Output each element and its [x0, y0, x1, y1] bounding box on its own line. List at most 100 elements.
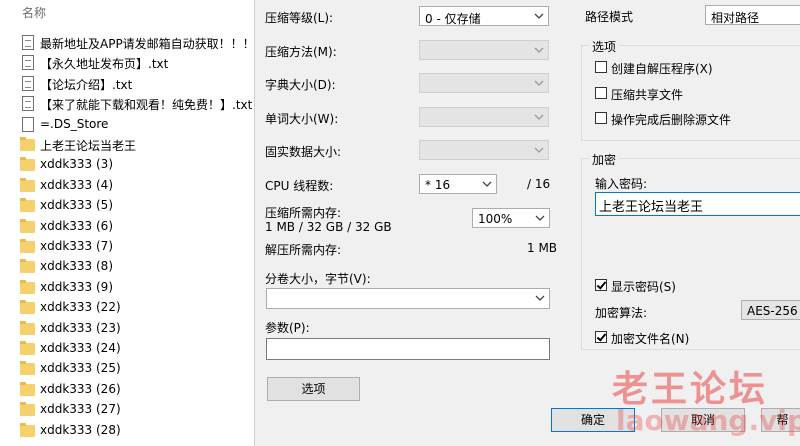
chevron-down-icon: [534, 112, 544, 122]
file-name: xddk333 (23): [40, 320, 121, 335]
path-mode-select[interactable]: 相对路径: [705, 5, 800, 25]
word-size-select[interactable]: [419, 107, 549, 127]
folder-icon: [20, 401, 35, 417]
file-name: 最新地址及APP请发邮箱自动获取！！！.txt: [40, 37, 254, 51]
solid-block-size-select[interactable]: [419, 140, 549, 160]
watermark-url: laowang.vip: [616, 404, 800, 437]
chevron-down-icon: [534, 78, 544, 88]
dictionary-size-label: 字典大小(D):: [265, 78, 336, 92]
chevron-down-icon: [534, 45, 544, 55]
folder-icon: [20, 422, 35, 438]
path-mode-label: 路径模式: [585, 10, 634, 24]
folder-item[interactable]: xddk333 (22): [20, 297, 254, 317]
chevron-down-icon: [534, 145, 544, 155]
folder-icon: [20, 258, 35, 274]
column-header-name[interactable]: 名称: [22, 4, 46, 21]
memory-decompress-value: 1 MB: [527, 241, 558, 255]
delete-after-option[interactable]: 操作完成后删除源文件: [595, 111, 795, 127]
encrypt-names-checkbox[interactable]: [595, 331, 607, 343]
encryption-method-label: 加密算法:: [595, 306, 648, 320]
options-button[interactable]: 选项: [267, 377, 360, 401]
folder-item[interactable]: xddk333 (7): [20, 236, 254, 256]
encrypt-names-option[interactable]: 加密文件名(N): [595, 330, 795, 346]
password-value: 上老王论坛当老王: [599, 200, 704, 215]
file-item[interactable]: 最新地址及APP请发邮箱自动获取！！！.txt: [20, 32, 254, 52]
cpu-threads-label: CPU 线程数:: [265, 179, 334, 193]
text-file-icon: [20, 75, 34, 91]
path-mode-value: 相对路径: [711, 11, 760, 25]
compression-level-select[interactable]: 0 - 仅存储: [419, 6, 549, 26]
file-name: 【论坛介绍】.txt: [40, 77, 133, 92]
cpu-threads-select[interactable]: * 16: [419, 174, 497, 194]
folder-item[interactable]: xddk333 (4): [20, 175, 254, 195]
folder-icon: [20, 320, 35, 336]
text-file-icon: [20, 54, 34, 71]
shared-files-option[interactable]: 压缩共享文件: [595, 86, 795, 102]
folder-item[interactable]: xddk333 (3): [20, 154, 254, 174]
folder-item[interactable]: 上老王论坛当老王: [20, 134, 254, 154]
solid-block-size-label: 固实数据大小:: [265, 145, 342, 159]
folder-icon: [20, 238, 35, 254]
file-item[interactable]: 【论坛介绍】.txt: [20, 73, 254, 93]
folder-item[interactable]: xddk333 (8): [20, 256, 254, 276]
folder-item[interactable]: xddk333 (25): [20, 358, 254, 378]
folder-icon: [20, 197, 35, 213]
folder-item[interactable]: xddk333 (9): [20, 277, 254, 297]
show-password-checkbox[interactable]: [595, 279, 607, 291]
parameters-input[interactable]: [266, 338, 550, 360]
parameters-label: 参数(P):: [265, 321, 310, 335]
delete-after-label: 操作完成后删除源文件: [611, 113, 732, 127]
compression-level-label: 压缩等级(L):: [265, 11, 334, 25]
cpu-threads-value: * 16: [425, 178, 451, 192]
file-item[interactable]: 【来了就能下载和观看！纯免费！】.txt: [20, 93, 254, 113]
password-input[interactable]: 上老王论坛当老王: [595, 192, 800, 216]
folder-icon: [20, 340, 35, 356]
compression-method-label: 压缩方法(M):: [265, 45, 337, 59]
folder-item[interactable]: xddk333 (6): [20, 216, 254, 236]
folder-item[interactable]: xddk333 (24): [20, 338, 254, 358]
delete-after-checkbox[interactable]: [595, 112, 607, 124]
memory-decompress-label: 解压所需内存:: [265, 243, 342, 257]
file-name: xddk333 (25): [40, 361, 121, 376]
sfx-checkbox[interactable]: [595, 61, 607, 73]
folder-icon: [20, 136, 35, 152]
chevron-down-icon: [534, 11, 544, 21]
folder-icon: [20, 218, 35, 234]
file-name: xddk333 (22): [40, 300, 121, 315]
memory-compress-detail: 1 MB / 32 GB / 32 GB: [265, 220, 392, 234]
folder-item[interactable]: xddk333 (28): [20, 420, 254, 440]
word-size-label: 单词大小(W):: [265, 112, 339, 126]
folder-item[interactable]: xddk333 (5): [20, 195, 254, 215]
file-icon: [20, 116, 34, 132]
options-group-title: 选项: [589, 38, 620, 55]
encryption-method-select[interactable]: AES-256: [741, 300, 800, 320]
memory-usage-select[interactable]: 100%: [472, 208, 550, 228]
file-name: xddk333 (3): [40, 157, 114, 172]
sfx-option[interactable]: 创建自解压程序(X): [595, 60, 795, 76]
file-item[interactable]: =.DS_Store: [20, 114, 254, 134]
folder-icon: [20, 360, 35, 376]
folder-item[interactable]: xddk333 (27): [20, 399, 254, 419]
show-password-option[interactable]: 显示密码(S): [595, 278, 795, 294]
split-volume-label: 分卷大小，字节(V):: [265, 272, 371, 286]
file-name: xddk333 (5): [40, 198, 114, 213]
folder-icon: [20, 156, 35, 172]
file-name: 【来了就能下载和观看！纯免费！】.txt: [40, 98, 253, 113]
dictionary-size-select[interactable]: [419, 73, 549, 93]
folder-icon: [20, 177, 35, 193]
encryption-method-value: AES-256: [747, 304, 798, 318]
file-name: xddk333 (6): [40, 218, 114, 233]
folder-item[interactable]: xddk333 (23): [20, 318, 254, 338]
compression-method-select[interactable]: [419, 40, 549, 60]
file-item[interactable]: 【永久地址发布页】.txt: [20, 52, 254, 72]
compression-level-value: 0 - 仅存储: [425, 12, 481, 26]
file-list: 名称 最新地址及APP请发邮箱自动获取！！！.txt 【永久地址发布页】.txt 【…: [0, 0, 254, 446]
memory-usage-value: 100%: [478, 212, 513, 226]
sfx-label: 创建自解压程序(X): [611, 62, 713, 76]
text-file-icon: [20, 95, 34, 112]
folder-item[interactable]: xddk333 (26): [20, 379, 254, 399]
show-password-label: 显示密码(S): [611, 280, 676, 294]
folder-icon: [20, 299, 35, 315]
split-volume-combobox[interactable]: [266, 288, 550, 309]
shared-files-checkbox[interactable]: [595, 87, 607, 99]
